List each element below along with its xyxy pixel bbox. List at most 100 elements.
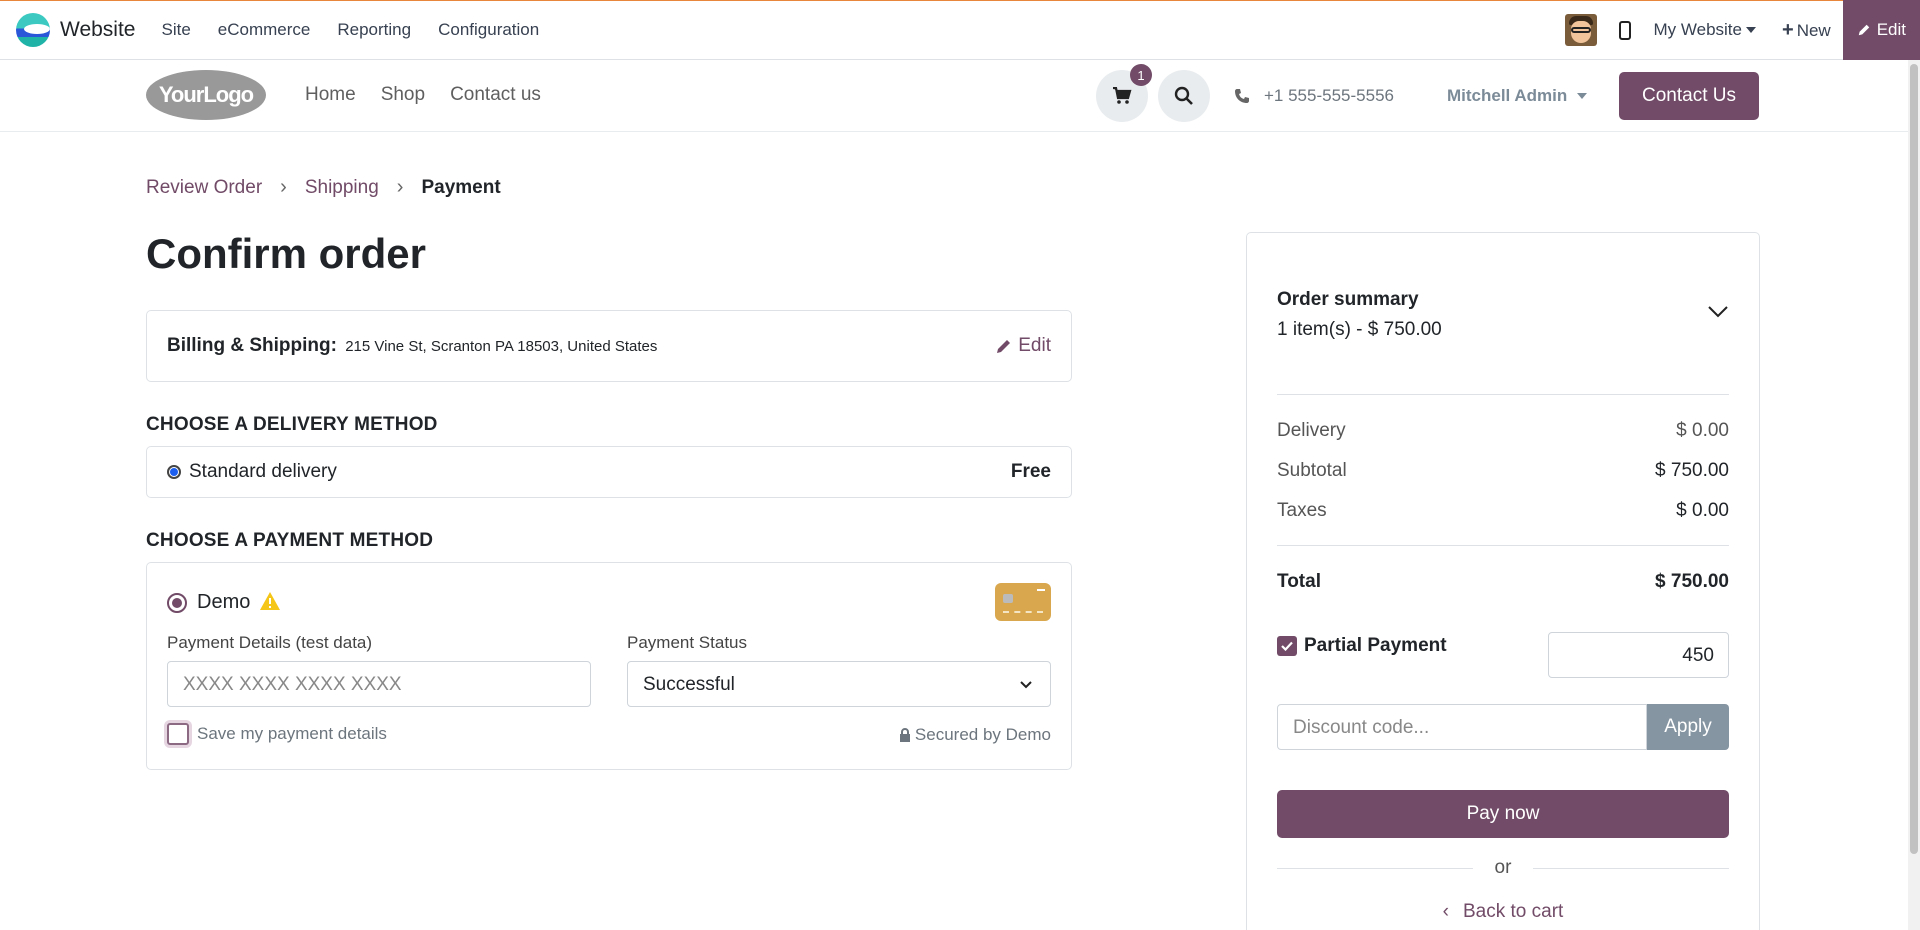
pay-now-button[interactable]: Pay now: [1277, 790, 1729, 838]
cart-count-badge: 1: [1130, 64, 1152, 86]
payment-status-value: Successful: [643, 674, 735, 695]
odoo-menu: Site eCommerce Reporting Configuration: [161, 20, 566, 40]
billing-card: Billing & Shipping: 215 Vine St, Scranto…: [146, 310, 1072, 382]
billing-address: 215 Vine St, Scranton PA 18503, United S…: [345, 338, 658, 355]
breadcrumb-shipping[interactable]: Shipping: [305, 177, 379, 199]
odoo-top-bar: Website Site eCommerce Reporting Configu…: [0, 0, 1920, 60]
user-menu[interactable]: Mitchell Admin: [1447, 86, 1588, 106]
nav-home[interactable]: Home: [305, 84, 356, 106]
scrollbar-thumb[interactable]: [1910, 64, 1918, 854]
card-dash: [1037, 589, 1045, 591]
warning-icon: [260, 592, 280, 610]
search-icon: [1174, 86, 1193, 105]
taxes-row: Taxes $ 0.00: [1277, 500, 1729, 522]
site-logo[interactable]: YourLogo: [146, 70, 266, 120]
edit-address-link[interactable]: Edit: [996, 335, 1051, 357]
delivery-radio[interactable]: [167, 465, 181, 479]
new-button-label: New: [1796, 20, 1831, 40]
avatar-glasses: [1570, 27, 1591, 33]
app-name[interactable]: Website: [60, 18, 135, 42]
delivery-row-label: Delivery: [1277, 420, 1346, 441]
page-scrollbar[interactable]: [1908, 60, 1920, 930]
delivery-option[interactable]: Standard delivery Free: [146, 446, 1072, 498]
delivery-price: Free: [1010, 461, 1051, 482]
user-avatar[interactable]: [1564, 14, 1597, 46]
breadcrumb-review-order[interactable]: Review Order: [146, 177, 262, 199]
discount-code-input[interactable]: Discount code...: [1277, 704, 1647, 750]
contact-us-button[interactable]: Contact Us: [1619, 72, 1759, 120]
chevron-left-icon: ‹: [1442, 901, 1449, 922]
taxes-label: Taxes: [1277, 500, 1327, 521]
partial-payment-label: Partial Payment: [1304, 635, 1447, 656]
order-summary: Order summary 1 item(s) - $ 750.00 Deliv…: [1246, 232, 1760, 930]
delivery-row: Delivery $ 0.00: [1277, 420, 1729, 442]
odoo-right-controls: My Website + New Edit: [1564, 0, 1920, 60]
site-nav: Home Shop Contact us: [305, 84, 566, 106]
partial-payment-input[interactable]: 450: [1548, 632, 1729, 678]
lock-icon: [899, 728, 910, 742]
summary-divider: [1277, 545, 1729, 546]
payment-heading: CHOOSE A PAYMENT METHOD: [146, 530, 434, 551]
payment-status-label: Payment Status: [627, 633, 748, 652]
menu-site[interactable]: Site: [161, 20, 190, 40]
odoo-logo-icon[interactable]: [16, 13, 50, 47]
order-item-count: 1 item(s) - $ 750.00: [1277, 319, 1442, 340]
chevron-down-icon: [1020, 681, 1032, 689]
phone-number: +1 555-555-5556: [1264, 86, 1394, 105]
or-line-right: [1533, 868, 1729, 869]
breadcrumb: Review Order › Shipping › Payment: [146, 176, 501, 199]
breadcrumb-payment: Payment: [421, 176, 501, 198]
menu-reporting[interactable]: Reporting: [337, 20, 411, 40]
menu-configuration[interactable]: Configuration: [438, 20, 539, 40]
chevron-right-icon: ›: [396, 176, 404, 198]
credit-card-icon: [995, 583, 1051, 621]
edit-button-label: Edit: [1876, 20, 1906, 39]
payment-status-select[interactable]: Successful: [627, 661, 1051, 707]
check-icon: [1281, 641, 1293, 651]
total-label: Total: [1277, 571, 1321, 592]
delivery-heading: CHOOSE A DELIVERY METHOD: [146, 414, 438, 435]
taxes-value: $ 0.00: [1676, 500, 1729, 521]
delivery-row-value: $ 0.00: [1676, 420, 1729, 441]
website-selector-label: My Website: [1653, 20, 1743, 39]
website-selector[interactable]: My Website: [1653, 20, 1756, 40]
phone-icon: [1235, 89, 1249, 103]
edit-address-label: Edit: [1018, 335, 1051, 356]
phone-link[interactable]: +1 555-555-5556: [1234, 86, 1394, 106]
back-to-cart-link[interactable]: ‹ Back to cart: [1277, 901, 1729, 923]
apply-button[interactable]: Apply: [1647, 704, 1729, 750]
pencil-icon: [997, 340, 1011, 353]
chevron-down-icon[interactable]: [1707, 303, 1729, 319]
chevron-right-icon: ›: [280, 176, 287, 198]
order-summary-heading: Order summary: [1277, 289, 1419, 310]
or-separator: or: [1277, 857, 1729, 879]
cart-icon: [1113, 87, 1132, 104]
mobile-preview-icon[interactable]: [1618, 20, 1631, 40]
save-payment-label: Save my payment details: [197, 724, 387, 743]
subtotal-row: Subtotal $ 750.00: [1277, 460, 1729, 482]
partial-payment-checkbox[interactable]: [1277, 636, 1297, 656]
total-row: Total $ 750.00: [1277, 571, 1729, 593]
summary-divider: [1277, 394, 1729, 395]
payment-provider-name: Demo: [197, 591, 251, 613]
nav-shop[interactable]: Shop: [381, 84, 425, 106]
billing-label: Billing & Shipping: 215 Vine St, Scranto…: [167, 335, 657, 357]
new-button[interactable]: + New: [1782, 19, 1831, 42]
menu-ecommerce[interactable]: eCommerce: [218, 20, 311, 40]
total-value: $ 750.00: [1655, 571, 1729, 592]
secured-by-label: Secured by Demo: [914, 725, 1051, 744]
nav-contact-us[interactable]: Contact us: [450, 84, 541, 106]
delivery-method-name: Standard delivery: [189, 461, 337, 482]
payment-radio[interactable]: [167, 593, 187, 613]
card-chip: [1003, 594, 1013, 603]
payment-details-input[interactable]: XXXX XXXX XXXX XXXX: [167, 661, 591, 707]
edit-button[interactable]: Edit: [1842, 0, 1920, 60]
user-name: Mitchell Admin: [1447, 86, 1568, 105]
save-payment-checkbox[interactable]: [167, 723, 189, 745]
secured-by: Secured by Demo: [899, 725, 1051, 745]
search-button[interactable]: [1158, 70, 1210, 122]
cart-button[interactable]: 1: [1096, 64, 1152, 122]
plus-icon: +: [1782, 18, 1794, 41]
site-header: YourLogo Home Shop Contact us 1 +1 555-5…: [0, 60, 1908, 132]
subtotal-label: Subtotal: [1277, 460, 1347, 481]
